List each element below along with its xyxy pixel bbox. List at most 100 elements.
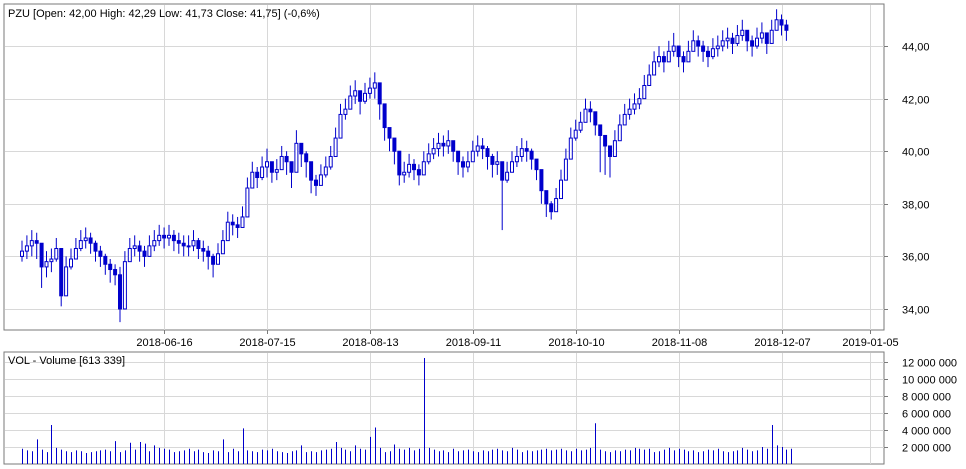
- candle-body: [755, 37, 759, 47]
- candle: [554, 188, 559, 213]
- candle: [701, 40, 706, 62]
- candle-body: [59, 248, 64, 297]
- candle-body: [407, 163, 412, 173]
- candle-body: [436, 142, 441, 150]
- candle: [333, 127, 338, 157]
- candle: [171, 230, 176, 252]
- candle-body: [348, 95, 353, 110]
- candle-body: [740, 29, 745, 37]
- candle: [387, 127, 392, 152]
- candle-body: [774, 19, 779, 31]
- candle-body: [137, 245, 142, 252]
- candle: [353, 80, 358, 104]
- candle: [514, 145, 519, 167]
- candle: [216, 243, 220, 265]
- candle-body: [490, 155, 495, 165]
- candle-body: [657, 56, 661, 63]
- volume-axis: 2 000 000 4 000 000 6 000 000 8 000 000 10 0…: [884, 358, 957, 455]
- date-tick-label: 2018-11-08: [652, 337, 707, 349]
- candle-body: [127, 248, 132, 263]
- price-tick-label: 34,00: [902, 305, 930, 317]
- candle-body: [627, 108, 632, 115]
- candle: [524, 140, 529, 162]
- candle-body: [338, 113, 343, 139]
- candle-body: [397, 150, 402, 176]
- stock-chart: 34,00 36,00 38,00 40,00 42,00 44,00 2 000 000…: [3, 3, 957, 465]
- candle-body: [211, 255, 216, 265]
- candle-body: [314, 179, 318, 186]
- candle-body: [661, 56, 666, 63]
- candle: [269, 161, 274, 183]
- candle-body: [39, 242, 44, 268]
- candle: [622, 103, 627, 126]
- date-tick-label: 2019-01-05: [842, 337, 898, 349]
- candle: [769, 19, 774, 44]
- candlestick-series: [20, 9, 789, 323]
- candle-body: [759, 32, 764, 39]
- candle-body: [98, 250, 103, 257]
- candle-body: [402, 171, 407, 176]
- candle-body: [186, 245, 191, 248]
- candle: [377, 82, 382, 120]
- candle: [740, 19, 745, 41]
- candle: [343, 98, 348, 120]
- volume-tick-label: 12 000 000: [902, 358, 957, 370]
- date-tick-label: 2018-09-11: [446, 337, 501, 349]
- candle: [495, 151, 500, 175]
- candle: [39, 242, 44, 288]
- candle: [696, 35, 701, 57]
- price-tick-label: 42,00: [902, 95, 930, 107]
- candle-body: [603, 134, 608, 147]
- candle-body: [206, 250, 211, 257]
- candle: [603, 134, 608, 175]
- candle: [108, 259, 113, 283]
- candle-body: [24, 245, 29, 252]
- candle: [20, 240, 24, 262]
- candle: [113, 264, 118, 286]
- candle-body: [461, 161, 465, 168]
- candle-body: [666, 50, 671, 63]
- candle: [612, 130, 617, 157]
- candle: [83, 227, 88, 249]
- candle-body: [274, 169, 279, 173]
- candle-body: [363, 92, 367, 102]
- candle-body: [181, 242, 186, 247]
- candle: [78, 230, 83, 252]
- candle-body: [49, 258, 54, 263]
- candle: [720, 30, 725, 52]
- candle: [29, 230, 34, 257]
- candle-body: [64, 266, 69, 297]
- candle-body: [44, 261, 49, 268]
- candle-body: [353, 90, 358, 97]
- candle: [34, 232, 39, 260]
- candle-body: [377, 82, 382, 105]
- candle-body: [265, 161, 269, 168]
- candle-body: [250, 171, 255, 189]
- candle: [451, 140, 456, 162]
- candle-body: [642, 85, 647, 100]
- candle-body: [299, 142, 304, 155]
- candle: [250, 161, 255, 189]
- candle-body: [647, 74, 652, 86]
- candle-body: [83, 237, 88, 242]
- candle: [647, 64, 652, 86]
- candle: [730, 32, 735, 54]
- candle: [510, 151, 514, 173]
- candle: [309, 161, 314, 194]
- candle-body: [122, 261, 127, 310]
- candle: [583, 98, 588, 123]
- candle-body: [779, 19, 784, 26]
- candle: [485, 145, 490, 170]
- candle: [735, 25, 740, 47]
- candle-body: [343, 108, 348, 115]
- candle-body: [485, 148, 490, 157]
- candle: [220, 230, 225, 255]
- candle: [49, 248, 54, 273]
- volume-header: VOL - Volume [613 339]: [8, 355, 125, 367]
- candle-body: [103, 255, 108, 265]
- candle-body: [622, 113, 627, 126]
- candle: [358, 90, 363, 115]
- candle-body: [167, 234, 171, 239]
- candle: [93, 240, 98, 262]
- candle-body: [176, 240, 181, 244]
